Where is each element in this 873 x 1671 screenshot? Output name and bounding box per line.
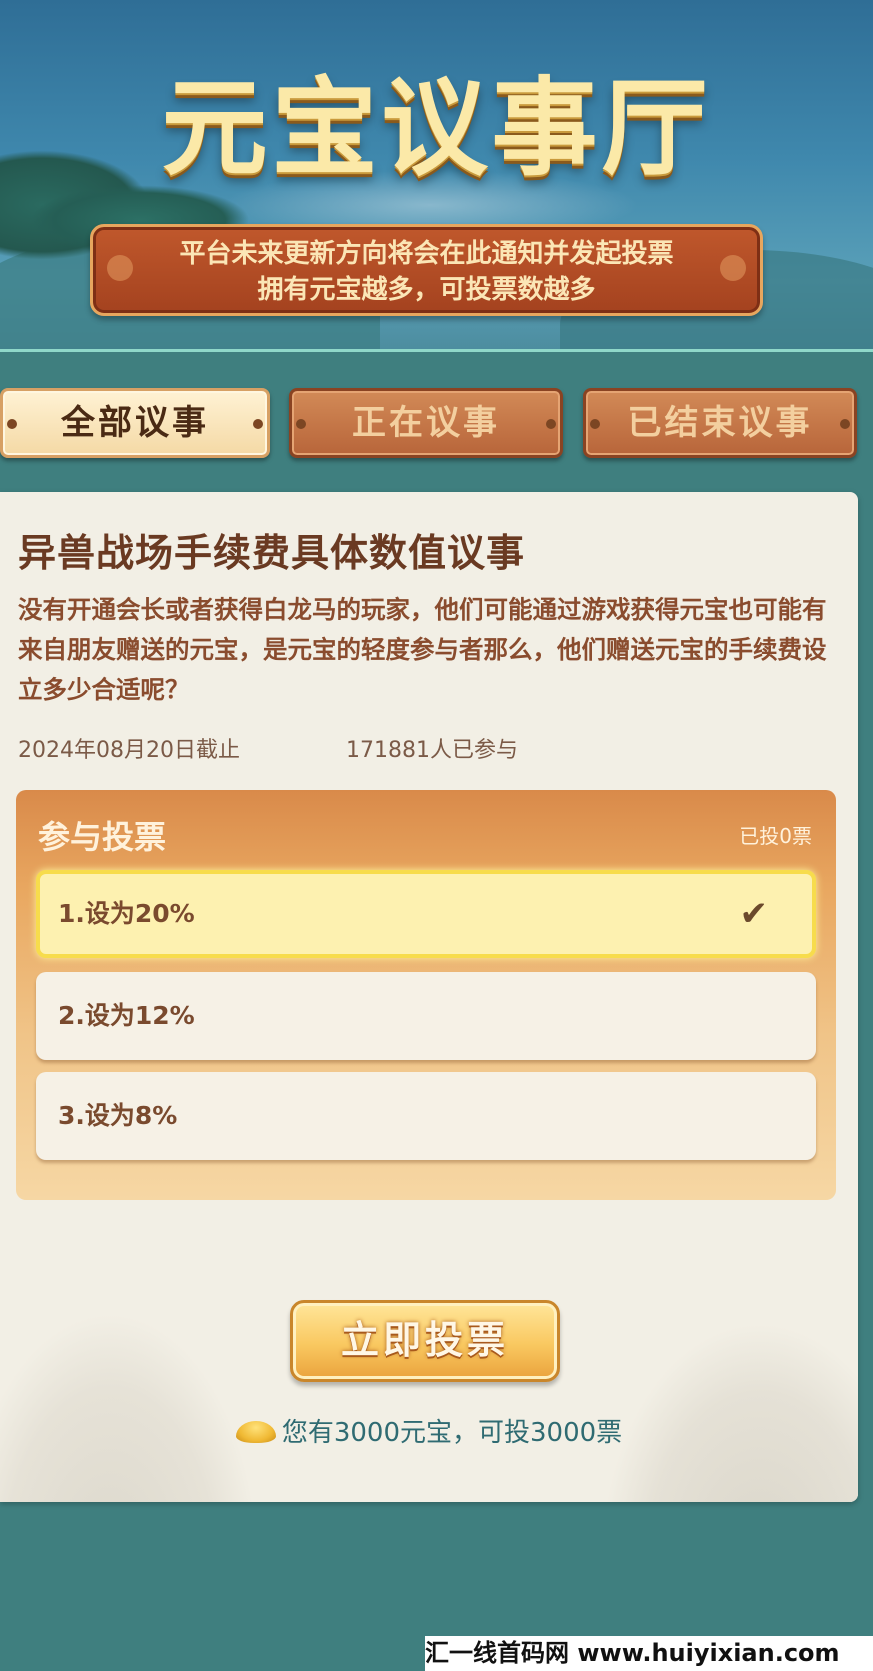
balance-text: 您有3000元宝，可投3000票: [281, 1418, 623, 1448]
tab-label: 已结束议事: [627, 403, 813, 443]
votes-cast-text: 已投0票: [739, 824, 812, 848]
banner-line-1: 平台未来更新方向将会在此通知并发起投票: [179, 239, 674, 269]
checkmark-icon: ✔: [739, 894, 769, 934]
vote-option-2[interactable]: 2.设为12%: [36, 972, 816, 1060]
tab-all[interactable]: 全部议事: [0, 388, 270, 458]
participant-count: 171881人已参与: [346, 738, 518, 763]
stud-icon: [253, 419, 263, 429]
tab-ongoing[interactable]: 正在议事: [289, 388, 563, 458]
cloud-ornament-icon: [107, 255, 133, 281]
vote-heading: 参与投票: [38, 818, 167, 856]
tab-label: 全部议事: [61, 403, 209, 443]
stud-icon: [546, 419, 556, 429]
stud-icon: [590, 419, 600, 429]
mountain-decoration: [0, 1312, 260, 1502]
vote-panel: 参与投票 已投0票 1.设为20% ✔ 2.设为12% 3.设为8%: [16, 790, 836, 1200]
cloud-ornament-icon: [720, 255, 746, 281]
stud-icon: [296, 419, 306, 429]
banner-line-2: 拥有元宝越多，可投票数越多: [257, 275, 596, 305]
vote-option-3[interactable]: 3.设为8%: [36, 1072, 816, 1160]
issue-card: 异兽战场手续费具体数值议事 没有开通会长或者获得白龙马的玩家，他们可能通过游戏获…: [0, 492, 858, 1502]
notice-banner: 平台未来更新方向将会在此通知并发起投票 拥有元宝越多，可投票数越多: [90, 224, 763, 316]
tab-ended[interactable]: 已结束议事: [583, 388, 857, 458]
stud-icon: [7, 419, 17, 429]
divider: [0, 349, 873, 352]
vote-option-1[interactable]: 1.设为20% ✔: [36, 870, 816, 958]
issue-description: 没有开通会长或者获得白龙马的玩家，他们可能通过游戏获得元宝也可能有来自朋友赠送的…: [18, 595, 827, 704]
header: 元宝议事厅 平台未来更新方向将会在此通知并发起投票 拥有元宝越多，可投票数越多: [0, 0, 873, 352]
tab-bar: 全部议事 正在议事 已结束议事: [0, 388, 873, 460]
balance-info: 您有3000元宝，可投3000票: [0, 1412, 858, 1449]
tab-label: 正在议事: [352, 403, 500, 443]
submit-vote-button[interactable]: 立即投票: [290, 1300, 560, 1382]
option-label: 1.设为20%: [58, 899, 195, 928]
page-title: 元宝议事厅: [161, 65, 712, 190]
gold-ingot-icon: [235, 1421, 276, 1443]
option-label: 3.设为8%: [58, 1101, 178, 1130]
stud-icon: [840, 419, 850, 429]
issue-title: 异兽战场手续费具体数值议事: [18, 530, 526, 575]
option-label: 2.设为12%: [58, 1001, 195, 1030]
deadline-text: 2024年08月20日截止: [18, 738, 240, 763]
watermark: 汇一线首码网 www.huiyixian.com: [425, 1636, 873, 1671]
